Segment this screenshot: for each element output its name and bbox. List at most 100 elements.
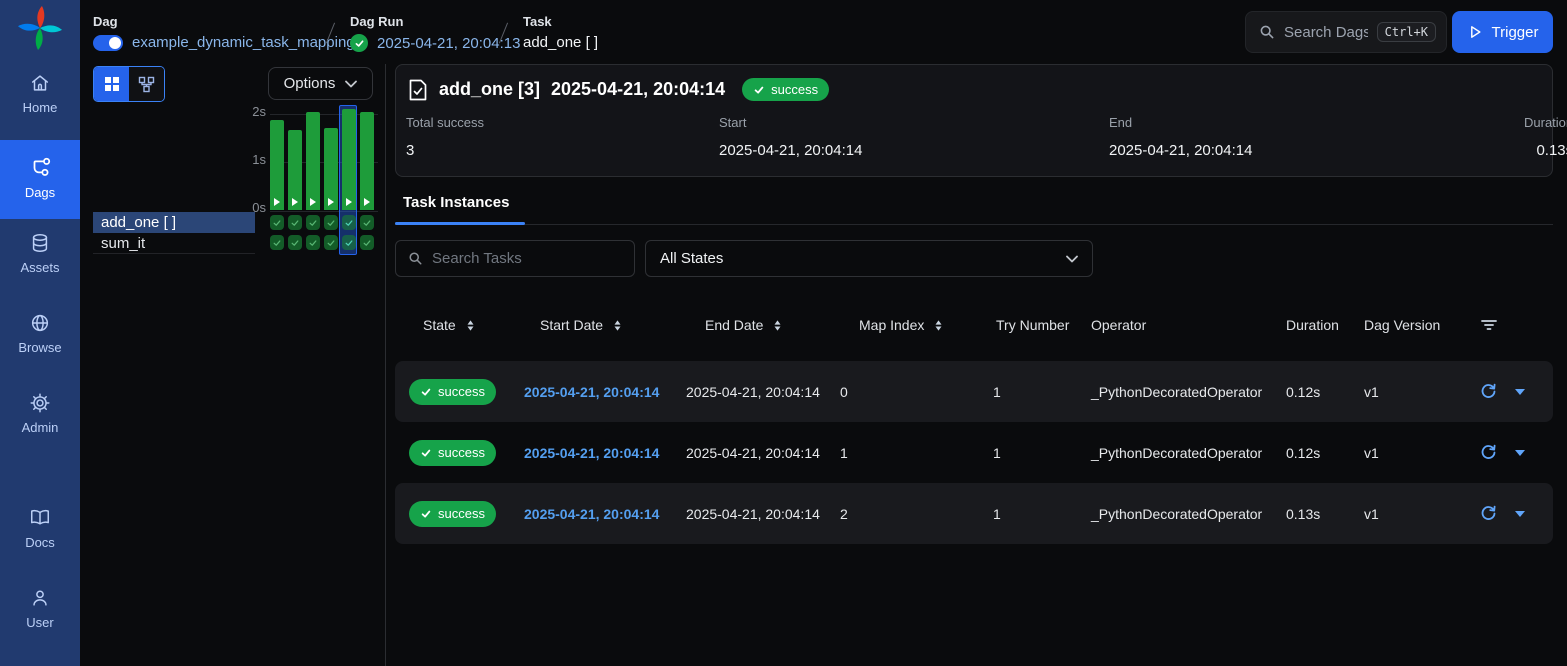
status-badge: success: [409, 501, 496, 527]
dag-run-success-icon: [350, 34, 368, 52]
run-duration-bar-success[interactable]: [306, 112, 320, 210]
tab-task-instances[interactable]: Task Instances: [395, 194, 517, 212]
task-list-item-sum-it[interactable]: sum_it: [93, 233, 255, 254]
row-menu-caret[interactable]: [1515, 450, 1525, 456]
stat-end: End 2025-04-21, 20:04:14: [1109, 115, 1524, 159]
breadcrumb-task-label: Task: [523, 14, 598, 29]
sort-icon: [770, 318, 785, 333]
stat-total-success: Total success 3: [406, 115, 719, 159]
search-tasks-input[interactable]: [432, 250, 622, 267]
run-duration-bar-success[interactable]: [270, 120, 284, 210]
stat-duration: Duration 0.13s: [1524, 115, 1567, 159]
task-instance-chip-success[interactable]: [270, 215, 284, 230]
sidebar-item-user[interactable]: User: [0, 587, 80, 630]
graph-view-button[interactable]: [129, 67, 164, 101]
search-icon: [408, 251, 423, 266]
start-date-link[interactable]: 2025-04-21, 20:04:14: [524, 445, 686, 461]
sidebar-item-home[interactable]: Home: [0, 72, 80, 115]
operator-cell: _PythonDecoratedOperator: [1091, 506, 1286, 522]
task-instance-chip-success[interactable]: [270, 235, 284, 250]
grid-icon: [104, 76, 120, 92]
run-duration-bar-success[interactable]: [360, 112, 374, 210]
column-header-state[interactable]: State: [395, 317, 524, 333]
grid-view-button[interactable]: [94, 67, 129, 101]
trigger-button-label: Trigger: [1492, 24, 1539, 41]
sidebar-item-assets[interactable]: Assets: [0, 232, 80, 275]
try-number-cell: 1: [993, 445, 1091, 461]
table-row: success 2025-04-21, 20:04:14 2025-04-21,…: [395, 361, 1553, 422]
task-summary-title: add_one [3]: [439, 79, 540, 100]
clear-task-icon[interactable]: [1480, 444, 1497, 461]
person-icon: [29, 587, 51, 609]
row-menu-caret[interactable]: [1515, 389, 1525, 395]
column-header-end-date[interactable]: End Date: [686, 317, 840, 333]
column-header-try-number: Try Number: [993, 317, 1091, 333]
sort-icon: [610, 318, 625, 333]
breadcrumb-dag-value[interactable]: example_dynamic_task_mapping: [132, 34, 355, 51]
check-icon: [420, 508, 432, 520]
sidebar-item-label: Docs: [25, 535, 55, 550]
breadcrumb-dag: Dag example_dynamic_task_mapping: [93, 14, 355, 51]
tab-label: Task Instances: [403, 194, 509, 211]
duration-cell: 0.12s: [1286, 384, 1364, 400]
y-axis-tick: 1s: [232, 152, 266, 167]
sidebar-item-docs[interactable]: Docs: [0, 507, 80, 550]
task-instance-chip-success[interactable]: [324, 235, 338, 250]
play-icon: [328, 198, 334, 206]
status-badge: success: [742, 78, 829, 101]
dag-version-cell: v1: [1364, 445, 1480, 461]
task-instance-chip-success[interactable]: [360, 215, 374, 230]
active-tab-indicator: [395, 222, 525, 225]
task-instance-chip-success[interactable]: [342, 215, 356, 230]
breadcrumb-task-value: add_one [ ]: [523, 34, 598, 51]
clear-task-icon[interactable]: [1480, 383, 1497, 400]
column-header-dag-version: Dag Version: [1364, 317, 1480, 333]
dag-pause-toggle[interactable]: [93, 35, 123, 51]
run-duration-bar-success[interactable]: [342, 109, 356, 210]
table-header-row: State Start Date End Date Map Index Try …: [395, 300, 1553, 350]
chevron-down-icon: [1066, 255, 1078, 263]
task-instance-chip-success[interactable]: [288, 235, 302, 250]
map-index-cell: 2: [840, 506, 993, 522]
instance-chip-row: [270, 235, 378, 250]
y-axis-tick: 2s: [232, 104, 266, 119]
sidebar-item-admin[interactable]: Admin: [0, 392, 80, 435]
table-row: success 2025-04-21, 20:04:14 2025-04-21,…: [395, 483, 1553, 544]
task-instance-chip-success[interactable]: [360, 235, 374, 250]
home-icon: [29, 72, 51, 94]
operator-cell: _PythonDecoratedOperator: [1091, 445, 1286, 461]
trigger-button[interactable]: Trigger: [1452, 11, 1553, 53]
filter-icon[interactable]: [1480, 317, 1498, 333]
task-instance-chip-success[interactable]: [288, 215, 302, 230]
sidebar-item-dags[interactable]: Dags: [0, 140, 80, 219]
task-list-item-add-one[interactable]: add_one [ ]: [93, 212, 255, 233]
task-instance-chip-success[interactable]: [342, 235, 356, 250]
row-menu-caret[interactable]: [1515, 511, 1525, 517]
clear-task-icon[interactable]: [1480, 505, 1497, 522]
state-filter-select[interactable]: All States: [645, 240, 1093, 277]
airflow-logo[interactable]: [17, 5, 63, 51]
map-index-cell: 1: [840, 445, 993, 461]
start-date-link[interactable]: 2025-04-21, 20:04:14: [524, 506, 686, 522]
column-header-duration: Duration: [1286, 317, 1364, 333]
sidebar-item-browse[interactable]: Browse: [0, 312, 80, 355]
top-header: Dag example_dynamic_task_mapping Dag Run…: [80, 0, 1567, 64]
column-header-start-date[interactable]: Start Date: [524, 317, 686, 333]
sidebar-item-label: Admin: [22, 420, 59, 435]
sort-icon: [931, 318, 946, 333]
task-instance-chip-success[interactable]: [324, 215, 338, 230]
search-dags-input[interactable]: [1284, 24, 1368, 41]
task-instance-chip-success[interactable]: [306, 235, 320, 250]
check-icon: [420, 447, 432, 459]
run-duration-bar-success[interactable]: [324, 128, 338, 210]
search-dags-box[interactable]: Ctrl+K: [1245, 11, 1447, 53]
sidebar-item-label: Assets: [20, 260, 59, 275]
task-instance-chip-success[interactable]: [306, 215, 320, 230]
run-duration-bar-success[interactable]: [288, 130, 302, 210]
grid-panel: Options 2s 1s 0s add_one [ ] sum_it: [80, 64, 385, 666]
search-tasks-box[interactable]: [395, 240, 635, 277]
duration-cell: 0.13s: [1286, 506, 1364, 522]
start-date-link[interactable]: 2025-04-21, 20:04:14: [524, 384, 686, 400]
column-header-map-index[interactable]: Map Index: [840, 317, 993, 333]
keyboard-shortcut-badge: Ctrl+K: [1377, 22, 1436, 42]
